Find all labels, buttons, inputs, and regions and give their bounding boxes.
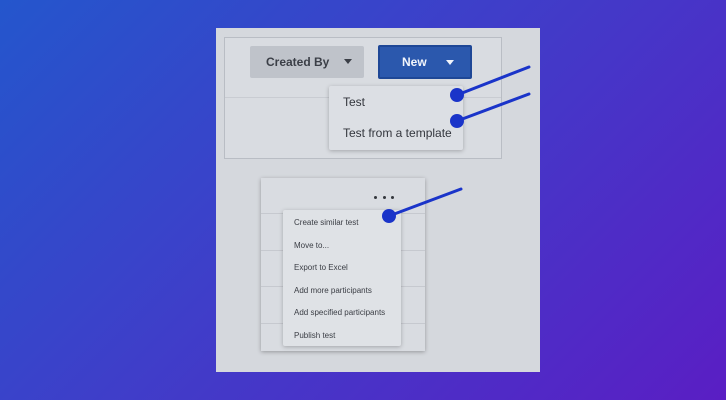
more-options-icon[interactable] [374, 191, 394, 203]
test-row-card: Create similar test Move to... Export to… [261, 178, 425, 351]
chevron-down-icon [446, 60, 454, 65]
created-by-filter-button[interactable]: Created By [250, 46, 364, 78]
menu-item-move-to[interactable]: Move to... [294, 241, 329, 250]
row-actions-menu: Create similar test Move to... Export to… [283, 210, 401, 346]
new-button[interactable]: New [378, 45, 472, 79]
new-dropdown-menu: Test Test from a template [329, 86, 463, 150]
created-by-label: Created By [266, 55, 330, 69]
menu-item-export-to-excel[interactable]: Export to Excel [294, 263, 348, 272]
menu-item-test[interactable]: Test [343, 95, 365, 109]
menu-item-test-from-template[interactable]: Test from a template [343, 126, 452, 140]
menu-item-publish-test[interactable]: Publish test [294, 331, 335, 340]
menu-item-add-more-participants[interactable]: Add more participants [294, 286, 372, 295]
screenshot-panel: Created By New Test Test from a template… [216, 28, 540, 372]
toolbar-card: Created By New Test Test from a template [224, 37, 502, 159]
menu-item-add-specified-participants[interactable]: Add specified participants [294, 308, 385, 317]
chevron-down-icon [344, 59, 352, 64]
menu-item-create-similar-test[interactable]: Create similar test [294, 218, 358, 227]
new-label: New [402, 55, 427, 69]
